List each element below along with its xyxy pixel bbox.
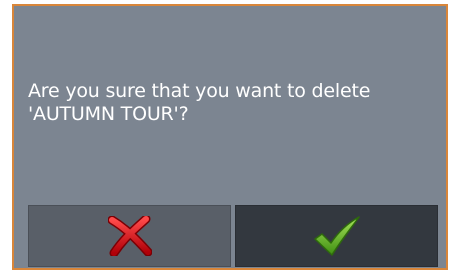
cancel-button[interactable]	[28, 205, 231, 267]
dialog-button-row	[28, 205, 438, 267]
message-line-1: Are you sure that you want to delete	[28, 80, 371, 102]
confirmation-message: Are you sure that you want to delete 'AU…	[28, 80, 440, 126]
confirm-button[interactable]	[235, 205, 438, 267]
red-x-icon	[107, 216, 152, 256]
green-checkmark-icon	[312, 215, 362, 257]
delete-confirmation-dialog: Are you sure that you want to delete 'AU…	[12, 4, 448, 270]
message-line-2: 'AUTUMN TOUR'?	[28, 103, 189, 125]
